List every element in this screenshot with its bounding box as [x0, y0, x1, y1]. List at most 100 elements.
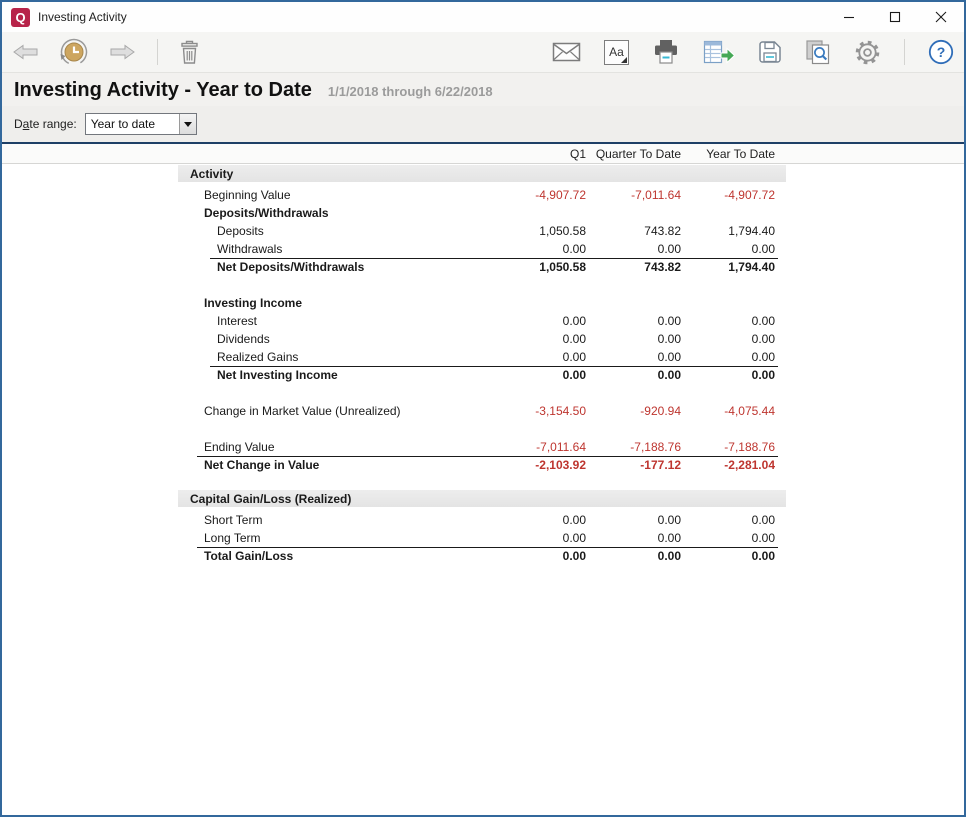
filter-bar: Date range: Year to date	[2, 106, 964, 144]
close-button[interactable]	[918, 2, 964, 32]
cell-value: -2,103.92	[535, 458, 586, 472]
report-table-body: Activity Beginning Value -4,907.72 -7,011.6…	[2, 164, 964, 565]
row-label: Deposits	[217, 224, 264, 238]
forward-button[interactable]	[110, 44, 136, 60]
spacer-row	[2, 276, 964, 294]
maximize-icon	[889, 11, 901, 23]
spacer-row	[2, 474, 964, 490]
cell-value: 0.00	[658, 242, 681, 256]
cell-value: 0.00	[658, 332, 681, 346]
report-preview-button[interactable]	[805, 39, 831, 65]
app-window: Q Investing Activity	[0, 0, 966, 817]
row-label: Withdrawals	[217, 242, 282, 256]
total-rule-line	[210, 366, 778, 367]
cell-value: 743.82	[644, 260, 681, 274]
table-row: Long Term0.000.000.00	[2, 529, 964, 547]
row-label: Activity	[190, 167, 233, 181]
report-period: 1/1/2018 through 6/22/2018	[328, 84, 493, 99]
toolbar: Aa	[2, 32, 964, 73]
toolbar-separator	[157, 39, 158, 65]
cell-value: -7,188.76	[630, 440, 681, 454]
cell-value: -7,188.76	[724, 440, 775, 454]
report-header: Investing Activity - Year to Date 1/1/20…	[2, 73, 964, 106]
cell-value: 0.00	[752, 549, 775, 563]
minimize-icon	[843, 11, 855, 23]
section-header-row: Activity	[2, 165, 964, 182]
print-button[interactable]	[652, 39, 680, 65]
cell-value: -4,907.72	[535, 188, 586, 202]
help-button[interactable]: ?	[928, 39, 954, 65]
column-header-quarter-to-date: Quarter To Date	[596, 147, 681, 161]
title-bar: Q Investing Activity	[2, 2, 964, 32]
date-range-label: Date range:	[14, 117, 77, 131]
row-label: Capital Gain/Loss (Realized)	[190, 492, 351, 506]
column-header-row: Q1 Quarter To Date Year To Date	[2, 144, 964, 164]
settings-button[interactable]	[854, 39, 881, 66]
cell-value: -920.94	[640, 404, 681, 418]
cell-value: -7,011.64	[631, 188, 681, 202]
cell-value: 0.00	[563, 242, 586, 256]
cell-value: 0.00	[752, 332, 775, 346]
table-row: Ending Value-7,011.64-7,188.76-7,188.76	[2, 438, 964, 456]
fonts-button[interactable]: Aa	[604, 40, 629, 65]
cell-value: 0.00	[752, 368, 775, 382]
table-row: Change in Market Value (Unrealized) -3,15…	[2, 402, 964, 420]
cell-value: 1,794.40	[728, 224, 775, 238]
cell-value: -4,907.72	[724, 188, 775, 202]
save-floppy-icon	[758, 40, 782, 64]
cell-value: 0.00	[563, 350, 586, 364]
export-button[interactable]	[703, 40, 735, 64]
page-title: Investing Activity - Year to Date	[14, 79, 312, 102]
back-arrow-icon	[12, 44, 38, 60]
row-label: Ending Value	[204, 440, 275, 454]
row-label: Change in Market Value (Unrealized)	[204, 404, 401, 418]
back-button[interactable]	[12, 44, 38, 60]
save-button[interactable]	[758, 40, 782, 64]
cell-value: 0.00	[752, 350, 775, 364]
table-row: Net Investing Income0.000.000.00	[2, 366, 964, 384]
table-row: Deposits/Withdrawals	[2, 204, 964, 222]
date-range-value: Year to date	[86, 117, 179, 131]
minimize-button[interactable]	[826, 2, 872, 32]
column-header-year-to-date: Year To Date	[706, 147, 775, 161]
table-row: Beginning Value -4,907.72 -7,011.64 -4,907.…	[2, 186, 964, 204]
cell-value: 0.00	[752, 531, 775, 545]
table-row: Net Deposits/Withdrawals1,050.58743.821,…	[2, 258, 964, 276]
table-row: Investing Income	[2, 294, 964, 312]
cell-value: 0.00	[563, 368, 586, 382]
cell-value: 0.00	[658, 314, 681, 328]
forward-arrow-icon	[110, 44, 136, 60]
row-label: Beginning Value	[204, 188, 291, 202]
date-range-select[interactable]: Year to date	[85, 113, 197, 135]
email-report-button[interactable]	[552, 42, 581, 62]
cell-value: 1,050.58	[539, 224, 586, 238]
row-label: Net Investing Income	[217, 368, 338, 382]
maximize-button[interactable]	[872, 2, 918, 32]
trash-icon	[179, 40, 200, 65]
spacer-row	[2, 384, 964, 402]
cell-value: -4,075.44	[724, 404, 775, 418]
table-row: Withdrawals 0.00 0.00 0.00	[2, 240, 964, 258]
total-rule-line	[197, 547, 778, 548]
window-controls	[826, 2, 964, 32]
toolbar-separator	[904, 39, 905, 65]
table-row: Deposits1,050.58743.821,794.40	[2, 222, 964, 240]
gear-icon	[854, 39, 881, 66]
row-label: Net Deposits/Withdrawals	[217, 260, 364, 274]
cell-value: -3,154.50	[535, 404, 586, 418]
fonts-icon: Aa	[604, 40, 629, 65]
cell-value: 0.00	[563, 513, 586, 527]
row-label: Long Term	[204, 531, 260, 545]
preview-magnifier-icon	[805, 39, 831, 65]
spacer-row	[2, 420, 964, 438]
history-button[interactable]	[59, 37, 89, 67]
delete-report-button[interactable]	[179, 40, 200, 65]
cell-value: 0.00	[658, 513, 681, 527]
printer-icon	[652, 39, 680, 65]
cell-value: 0.00	[752, 242, 775, 256]
cell-value: -2,281.04	[724, 458, 775, 472]
row-label: Short Term	[204, 513, 262, 527]
history-clock-icon	[59, 37, 89, 67]
date-range-dropdown-button[interactable]	[179, 114, 196, 134]
row-label: Interest	[217, 314, 257, 328]
